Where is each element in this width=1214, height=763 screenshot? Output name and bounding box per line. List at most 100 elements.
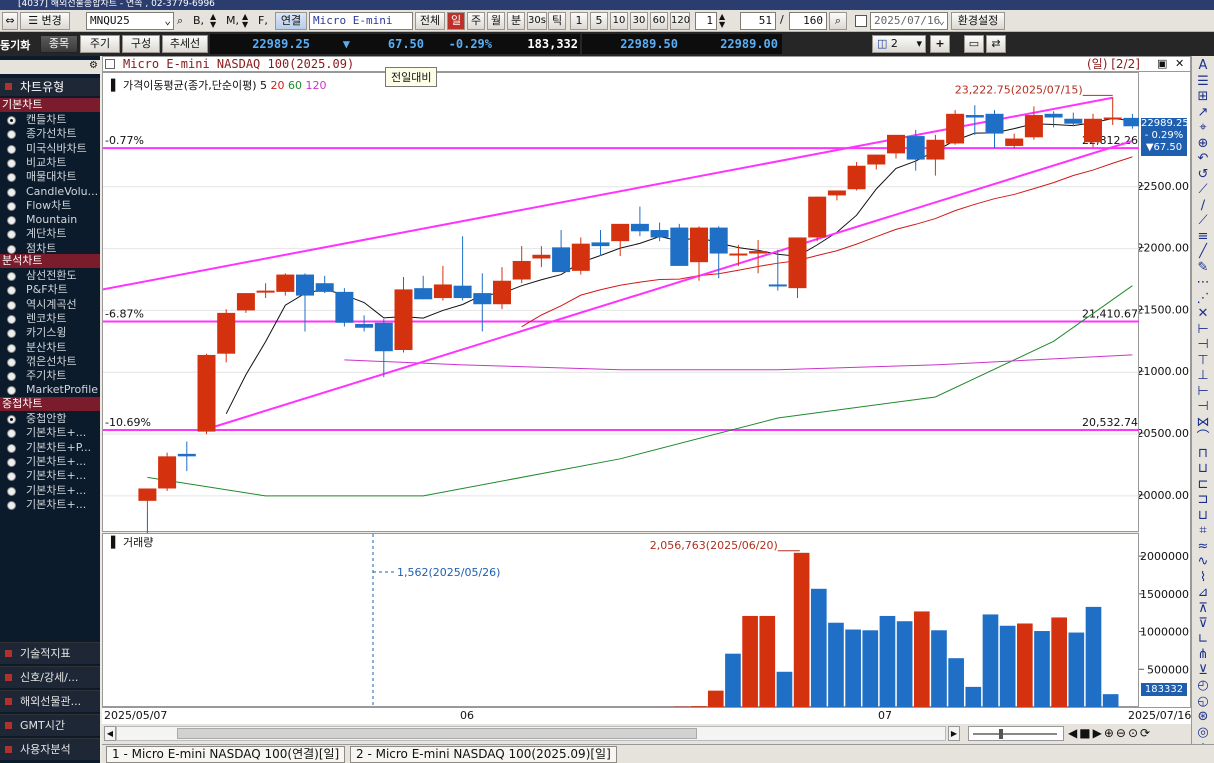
scroll-track[interactable] (116, 726, 946, 741)
radio-icon[interactable] (7, 187, 16, 197)
drawing-tool-icon[interactable]: ⋈ (1195, 415, 1211, 431)
panel-toggle-icon[interactable]: ⇔ (2, 12, 18, 30)
drawing-tool-icon[interactable]: ◴ (1195, 678, 1211, 694)
radio-icon[interactable] (7, 457, 16, 467)
period-day-button[interactable]: 일 (447, 12, 465, 30)
period-month-button[interactable]: 월 (487, 12, 505, 30)
volume-chart-pane[interactable]: 2,056,763(2025/06/20) 1,562(2025/05/26) ▌… (102, 533, 1139, 708)
radio-icon[interactable] (7, 415, 16, 424)
nav-last-icon[interactable]: ▶ (1093, 726, 1104, 740)
zoom-slider-handle[interactable] (999, 729, 1003, 739)
layout-select[interactable]: ◫ 2 ▾ (872, 35, 926, 53)
drawing-tool-icon[interactable]: ⟋ (1195, 213, 1211, 229)
drawing-tool-icon[interactable]: ↺ (1195, 167, 1211, 183)
sidebar-basic-item[interactable]: 미국식바차트 (0, 142, 100, 156)
interval-10-button[interactable]: 10 (610, 12, 628, 30)
zoom-reset-icon[interactable]: ⊙ (1128, 726, 1140, 740)
drawing-tool-icon[interactable]: ⊻ (1195, 663, 1211, 679)
step-input[interactable]: 1 (695, 12, 717, 30)
sync-label[interactable]: 동기화 (0, 37, 30, 53)
radio-icon[interactable] (7, 130, 16, 140)
drawing-tool-icon[interactable]: ⊞ (1195, 89, 1211, 105)
interval-30-button[interactable]: 30 (630, 12, 648, 30)
sidebar-overlay-item[interactable]: 기본차트+P... (0, 441, 100, 455)
radio-icon[interactable] (7, 244, 16, 254)
drawing-tool-icon[interactable]: ↗ (1195, 105, 1211, 121)
date-checkbox[interactable] (855, 15, 867, 27)
radio-icon[interactable] (7, 343, 16, 353)
chart-header-checkbox[interactable] (105, 59, 115, 69)
drawing-tool-icon[interactable]: ∿ (1195, 554, 1211, 570)
sidebar-analysis-item[interactable]: 역시계곡선 (0, 298, 100, 312)
item-button[interactable]: 종목 (40, 35, 78, 53)
drawing-tool-icon[interactable]: ◎ (1195, 725, 1211, 741)
drawing-tool-icon[interactable]: ⊐ (1195, 492, 1211, 508)
period-tick-button[interactable]: 틱 (548, 12, 566, 30)
trend-button[interactable]: 추세선 (162, 35, 208, 53)
all-button[interactable]: 전체 (415, 12, 445, 30)
radio-icon[interactable] (7, 158, 16, 168)
drawing-tool-icon[interactable]: ⊣ (1195, 337, 1211, 353)
close-icon[interactable]: ✕ (1175, 58, 1184, 70)
sidebar-analysis-item[interactable]: P&F차트 (0, 283, 100, 297)
zoom-icon[interactable]: ⌕ (829, 12, 847, 30)
price-chart-pane[interactable]: -0.77% 22,812.26 -6.87% 21,410.67 -10.69% 20,… (102, 67, 1140, 533)
sidebar-basic-item[interactable]: 계단차트 (0, 227, 100, 241)
interval-60-button[interactable]: 60 (650, 12, 668, 30)
m-spin-icon[interactable]: ▲ ▼ (242, 13, 248, 29)
radio-icon[interactable] (7, 329, 16, 339)
drawing-tool-icon[interactable]: ◵ (1195, 694, 1211, 710)
sidebar-basic-item[interactable]: Flow차트 (0, 199, 100, 213)
drawing-tool-icon[interactable]: ⊥ (1195, 368, 1211, 384)
scroll-thumb[interactable] (177, 728, 697, 739)
radio-icon[interactable] (7, 429, 16, 439)
radio-icon[interactable] (7, 230, 16, 240)
drawing-tool-icon[interactable]: ⊢ (1195, 384, 1211, 400)
drawing-tool-icon[interactable]: ⊤ (1195, 353, 1211, 369)
sidebar-basic-item[interactable]: 캔들차트 (0, 113, 100, 127)
radio-icon[interactable] (7, 472, 16, 482)
sidebar-analysis-item[interactable]: MarketProfile (0, 383, 100, 397)
radio-icon[interactable] (7, 173, 16, 183)
sidebar-analysis-item[interactable]: 주기차트 (0, 369, 100, 383)
sidebar-basic-item[interactable]: Mountain (0, 213, 100, 227)
sidebar-overlay-item[interactable]: 기본차트+... (0, 498, 100, 512)
radio-icon[interactable] (7, 372, 16, 382)
sidebar-basic-item[interactable]: 종가선차트 (0, 127, 100, 141)
sidebar-analysis-item[interactable]: 삼선전환도 (0, 269, 100, 283)
zoom-out-icon[interactable]: ⊖ (1116, 726, 1128, 740)
sidebar-overlay-item[interactable]: 기본차트+... (0, 469, 100, 483)
sidebar-settings-icon[interactable]: ⚙ (89, 60, 98, 71)
m-toggle[interactable]: M, (226, 14, 239, 27)
drawing-tool-icon[interactable]: ≈ (1195, 539, 1211, 555)
sidebar-bottom-item[interactable]: GMT시간 (0, 714, 100, 736)
drawing-tool-icon[interactable]: ↶ (1195, 151, 1211, 167)
drawing-tool-icon[interactable]: ☰ (1195, 74, 1211, 90)
change-button[interactable]: ☰ 변경 (20, 12, 70, 30)
drawing-tool-icon[interactable]: ╱ (1195, 244, 1211, 260)
symbol-input[interactable]: MNQU25 ⌄ (86, 12, 174, 30)
drawing-tool-icon[interactable]: ✎ (1195, 260, 1211, 276)
period-30s-button[interactable]: 30s (527, 12, 547, 30)
drawing-tool-icon[interactable]: ⋯ (1195, 275, 1211, 291)
period-week-button[interactable]: 주 (467, 12, 485, 30)
drawing-tool-icon[interactable]: ⋰ (1195, 291, 1211, 307)
scroll-left-icon[interactable]: ◀ (104, 726, 116, 741)
tab-continuous[interactable]: 1 - Micro E-mini NASDAQ 100(연결)[일] (106, 746, 346, 763)
sidebar-basic-item[interactable]: 비교차트 (0, 156, 100, 170)
radio-icon[interactable] (7, 116, 16, 125)
drawing-tool-icon[interactable]: ⊼ (1195, 601, 1211, 617)
interval-1-button[interactable]: 1 (570, 12, 588, 30)
scroll-right-icon[interactable]: ▶ (948, 726, 960, 741)
sidebar-analysis-item[interactable]: 카기스윙 (0, 326, 100, 340)
step-spin-icon[interactable]: ▲ ▼ (719, 13, 725, 29)
sidebar-bottom-item[interactable]: 기술적지표 (0, 642, 100, 664)
radio-icon[interactable] (7, 486, 16, 496)
interval-5-button[interactable]: 5 (590, 12, 608, 30)
save-icon[interactable]: ▭ (964, 35, 984, 53)
drawing-tool-icon[interactable]: ⊽ (1195, 616, 1211, 632)
sidebar-overlay-item[interactable]: 기본차트+... (0, 426, 100, 440)
sidebar-bottom-item[interactable]: 신호/강세/... (0, 666, 100, 688)
drawing-tool-icon[interactable]: ⌗ (1195, 523, 1211, 539)
sidebar-analysis-item[interactable]: 꺾은선차트 (0, 355, 100, 369)
